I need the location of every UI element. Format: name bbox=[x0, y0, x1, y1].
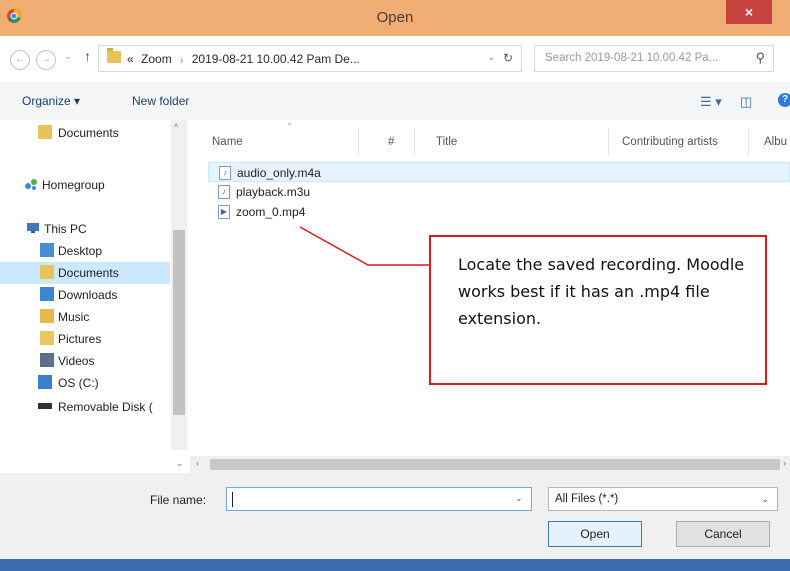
callout-box: Locate the saved recording. Moodle works… bbox=[429, 235, 767, 385]
callout-text: Locate the saved recording. Moodle works… bbox=[458, 255, 745, 328]
